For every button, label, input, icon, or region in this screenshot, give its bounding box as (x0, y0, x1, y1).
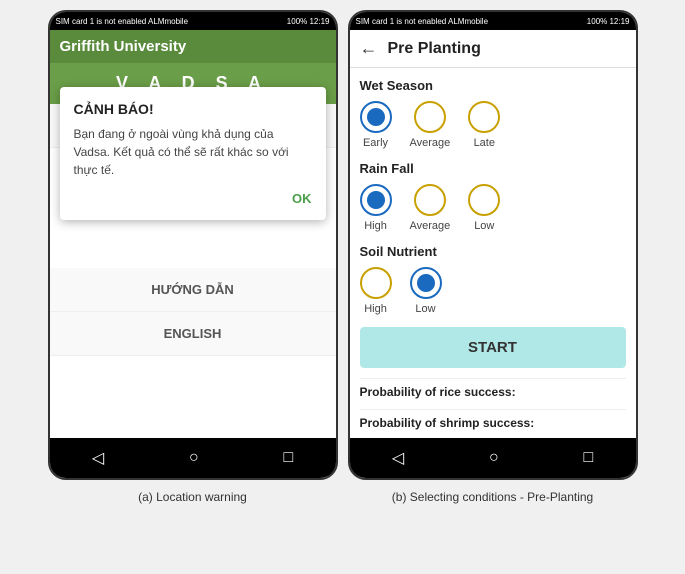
pre-planting-content: Wet Season Early Average Late (350, 68, 636, 438)
wet-season-early-circle[interactable] (360, 101, 392, 133)
rain-fall-high-label: High (364, 220, 387, 232)
home-nav-b[interactable]: ○ (489, 449, 499, 467)
soil-nutrient-options: High Low (360, 267, 626, 315)
dialog-title: CẢNH BÁO! (74, 101, 312, 117)
wet-season-options: Early Average Late (360, 101, 626, 149)
wet-season-early-label: Early (363, 137, 388, 149)
soil-nutrient-low-label: Low (415, 303, 435, 315)
soil-nutrient-high-circle[interactable] (360, 267, 392, 299)
prob-rice-label: Probability of rice success: (360, 378, 626, 401)
recent-nav-b[interactable]: □ (583, 449, 593, 467)
soil-nutrient-low-circle[interactable] (410, 267, 442, 299)
top-bar-b: ← Pre Planting (350, 30, 636, 68)
caption-b: (b) Selecting conditions - Pre-Planting (392, 490, 593, 504)
rain-fall-label: Rain Fall (360, 161, 626, 176)
soil-nutrient-low-dot (417, 274, 435, 292)
rain-fall-high-circle[interactable] (360, 184, 392, 216)
caption-a: (a) Location warning (138, 490, 247, 504)
soil-nutrient-high[interactable]: High (360, 267, 392, 315)
back-nav-b[interactable]: ◁ (392, 448, 404, 468)
menu-item-english[interactable]: ENGLISH (50, 312, 336, 356)
wet-season-early-dot (367, 108, 385, 126)
top-bar-a: Griffith University (50, 30, 336, 63)
dialog-body: Bạn đang ở ngoài vùng khả dụng của Vadsa… (74, 125, 312, 179)
rain-fall-options: High Average Low (360, 184, 626, 232)
rain-fall-low-label: Low (474, 220, 494, 232)
status-left-b: SIM card 1 is not enabled ALMmobile (356, 17, 489, 26)
rain-fall-high-dot (367, 191, 385, 209)
wet-season-average-circle[interactable] (414, 101, 446, 133)
prob-shrimp-label: Probability of shrimp success: (360, 409, 626, 432)
status-bar-b: SIM card 1 is not enabled ALMmobile 100%… (350, 12, 636, 30)
bottom-nav-a: ◁ ○ □ (50, 438, 336, 478)
dialog-ok-button[interactable]: OK (74, 191, 312, 206)
bottom-nav-b: ◁ ○ □ (350, 438, 636, 478)
wet-season-early[interactable]: Early (360, 101, 392, 149)
status-right-b: 100% 12:19 (587, 17, 630, 26)
status-left-a: SIM card 1 is not enabled ALMmobile (56, 17, 189, 26)
wet-season-late-circle[interactable] (468, 101, 500, 133)
phone-a: SIM card 1 is not enabled ALMmobile 100%… (48, 10, 338, 480)
wet-season-label: Wet Season (360, 78, 626, 93)
rain-fall-high[interactable]: High (360, 184, 392, 232)
wet-season-late[interactable]: Late (468, 101, 500, 149)
app-title-a: Griffith University (60, 38, 187, 55)
wet-season-average[interactable]: Average (410, 101, 451, 149)
wet-season-average-label: Average (410, 137, 451, 149)
soil-nutrient-high-label: High (364, 303, 387, 315)
status-right-a: 100% 12:19 (287, 17, 330, 26)
app-title-b: Pre Planting (388, 40, 481, 58)
phone-b: SIM card 1 is not enabled ALMmobile 100%… (348, 10, 638, 480)
menu-item-huong-dan[interactable]: HƯỚNG DẪN (50, 268, 336, 312)
rain-fall-low-circle[interactable] (468, 184, 500, 216)
soil-nutrient-label: Soil Nutrient (360, 244, 626, 259)
back-arrow-b[interactable]: ← (360, 38, 378, 59)
rain-fall-average-circle[interactable] (414, 184, 446, 216)
wet-season-late-label: Late (474, 137, 495, 149)
recent-nav-a[interactable]: □ (283, 449, 293, 467)
home-nav-a[interactable]: ○ (189, 449, 199, 467)
rain-fall-average[interactable]: Average (410, 184, 451, 232)
start-button[interactable]: START (360, 327, 626, 368)
soil-nutrient-low[interactable]: Low (410, 267, 442, 315)
rain-fall-average-label: Average (410, 220, 451, 232)
warning-dialog: CẢNH BÁO! Bạn đang ở ngoài vùng khả dụng… (60, 87, 326, 220)
rain-fall-low[interactable]: Low (468, 184, 500, 232)
back-nav-a[interactable]: ◁ (92, 448, 104, 468)
status-bar-a: SIM card 1 is not enabled ALMmobile 100%… (50, 12, 336, 30)
